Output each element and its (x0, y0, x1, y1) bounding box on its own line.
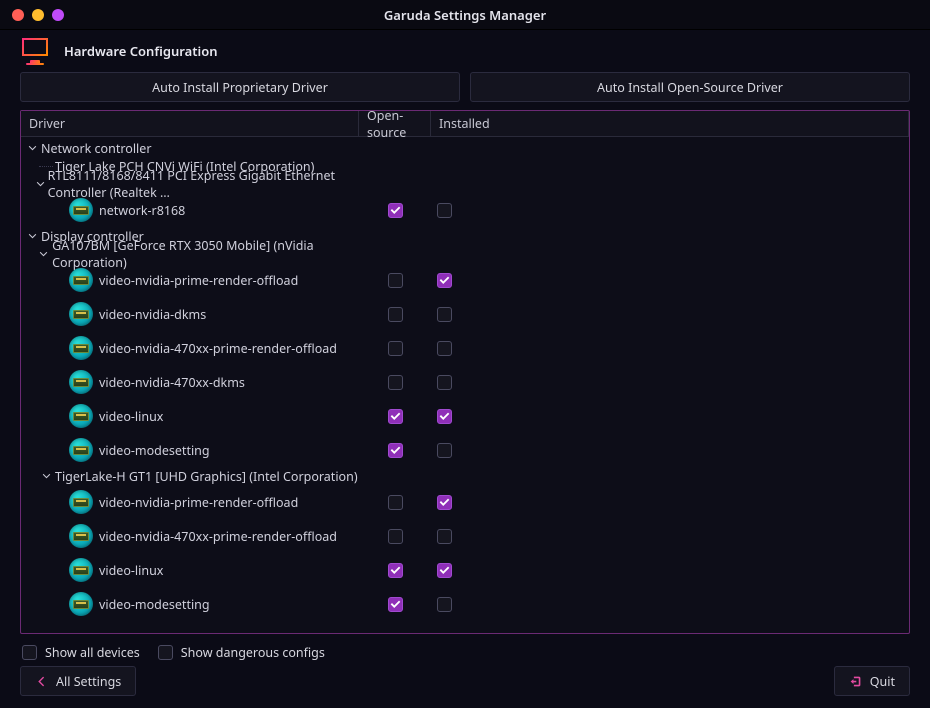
driver-row[interactable]: video-nvidia-470xx-dkms (21, 365, 909, 399)
driver-chip-icon (69, 370, 93, 394)
opensource-checkbox[interactable] (388, 563, 403, 578)
driver-row[interactable]: video-nvidia-prime-render-offload (21, 263, 909, 297)
options-row: Show all devices Show dangerous configs (0, 634, 930, 661)
category-label: Network controller (41, 140, 151, 157)
driver-chip-icon (69, 268, 93, 292)
driver-name: video-nvidia-470xx-prime-render-offload (99, 528, 337, 545)
installed-checkbox[interactable] (437, 443, 452, 458)
quit-label: Quit (870, 673, 895, 690)
driver-row[interactable]: video-linux (21, 553, 909, 587)
installed-checkbox[interactable] (437, 409, 452, 424)
driver-row[interactable]: video-nvidia-dkms (21, 297, 909, 331)
installed-checkbox[interactable] (437, 203, 452, 218)
driver-chip-icon (69, 524, 93, 548)
chevron-down-icon[interactable] (36, 178, 45, 190)
chevron-down-icon[interactable] (26, 230, 38, 242)
footer: All Settings Quit (0, 666, 930, 696)
chevron-down-icon[interactable] (38, 248, 49, 260)
col-opensource[interactable]: Open-source (359, 111, 431, 136)
show-dangerous-checkbox[interactable] (158, 645, 173, 660)
driver-name: network-r8168 (99, 202, 185, 219)
driver-tree: Driver Open-source Installed Network con… (20, 110, 910, 634)
page-title: Hardware Configuration (64, 42, 218, 60)
driver-name: video-linux (99, 408, 163, 425)
opensource-checkbox[interactable] (388, 495, 403, 510)
device-row[interactable]: TigerLake-H GT1 [UHD Graphics] (Intel Co… (21, 467, 909, 485)
auto-install-proprietary-button[interactable]: Auto Install Proprietary Driver (20, 72, 460, 102)
opensource-checkbox[interactable] (388, 341, 403, 356)
window-title: Garuda Settings Manager (0, 6, 930, 24)
installed-checkbox[interactable] (437, 597, 452, 612)
opensource-checkbox[interactable] (388, 597, 403, 612)
quit-icon (849, 675, 862, 688)
show-all-devices-option[interactable]: Show all devices (22, 644, 140, 661)
install-buttons: Auto Install Proprietary Driver Auto Ins… (0, 72, 930, 110)
driver-chip-icon (69, 198, 93, 222)
quit-button[interactable]: Quit (834, 666, 910, 696)
driver-row[interactable]: video-modesetting (21, 587, 909, 621)
titlebar: Garuda Settings Manager (0, 0, 930, 30)
col-installed[interactable]: Installed (431, 111, 909, 136)
driver-chip-icon (69, 404, 93, 428)
installed-checkbox[interactable] (437, 529, 452, 544)
driver-name: video-modesetting (99, 442, 210, 459)
opensource-checkbox[interactable] (388, 443, 403, 458)
col-driver[interactable]: Driver (21, 111, 359, 136)
driver-name: video-nvidia-470xx-prime-render-offload (99, 340, 337, 357)
installed-checkbox[interactable] (437, 273, 452, 288)
driver-name: video-nvidia-prime-render-offload (99, 494, 298, 511)
chevron-down-icon[interactable] (40, 470, 52, 482)
opensource-checkbox[interactable] (388, 203, 403, 218)
auto-install-opensource-button[interactable]: Auto Install Open-Source Driver (470, 72, 910, 102)
driver-row[interactable]: video-modesetting (21, 433, 909, 467)
device-row[interactable]: RTL8111/8168/8411 PCI Express Gigabit Et… (21, 175, 909, 193)
installed-checkbox[interactable] (437, 307, 452, 322)
driver-chip-icon (69, 592, 93, 616)
show-all-devices-label: Show all devices (45, 644, 140, 661)
installed-checkbox[interactable] (437, 341, 452, 356)
driver-name: video-linux (99, 562, 163, 579)
driver-row[interactable]: video-nvidia-prime-render-offload (21, 485, 909, 519)
opensource-checkbox[interactable] (388, 307, 403, 322)
driver-chip-icon (69, 558, 93, 582)
chevron-down-icon[interactable] (26, 142, 38, 154)
driver-chip-icon (69, 336, 93, 360)
driver-row[interactable]: video-nvidia-470xx-prime-render-offload (21, 519, 909, 553)
all-settings-label: All Settings (56, 673, 121, 690)
installed-checkbox[interactable] (437, 495, 452, 510)
driver-row[interactable]: network-r8168 (21, 193, 909, 227)
all-settings-button[interactable]: All Settings (20, 666, 136, 696)
driver-chip-icon (69, 438, 93, 462)
device-label: TigerLake-H GT1 [UHD Graphics] (Intel Co… (55, 468, 358, 485)
device-row[interactable]: GA107BM [GeForce RTX 3050 Mobile] (nVidi… (21, 245, 909, 263)
opensource-checkbox[interactable] (388, 529, 403, 544)
driver-name: video-nvidia-prime-render-offload (99, 272, 298, 289)
opensource-checkbox[interactable] (388, 375, 403, 390)
driver-name: video-nvidia-dkms (99, 306, 206, 323)
tree-body: Network controller Tiger Lake PCH CNVi W… (21, 137, 909, 633)
driver-name: video-nvidia-470xx-dkms (99, 374, 245, 391)
category-row[interactable]: Network controller (21, 139, 909, 157)
monitor-icon (20, 38, 50, 64)
driver-row[interactable]: video-linux (21, 399, 909, 433)
installed-checkbox[interactable] (437, 375, 452, 390)
tree-header: Driver Open-source Installed (21, 111, 909, 137)
driver-chip-icon (69, 490, 93, 514)
show-dangerous-option[interactable]: Show dangerous configs (158, 644, 325, 661)
driver-chip-icon (69, 302, 93, 326)
installed-checkbox[interactable] (437, 563, 452, 578)
opensource-checkbox[interactable] (388, 409, 403, 424)
show-all-devices-checkbox[interactable] (22, 645, 37, 660)
driver-name: video-modesetting (99, 596, 210, 613)
show-dangerous-label: Show dangerous configs (181, 644, 325, 661)
page-header: Hardware Configuration (0, 30, 930, 72)
driver-row[interactable]: video-nvidia-470xx-prime-render-offload (21, 331, 909, 365)
opensource-checkbox[interactable] (388, 273, 403, 288)
chevron-left-icon (35, 675, 48, 688)
